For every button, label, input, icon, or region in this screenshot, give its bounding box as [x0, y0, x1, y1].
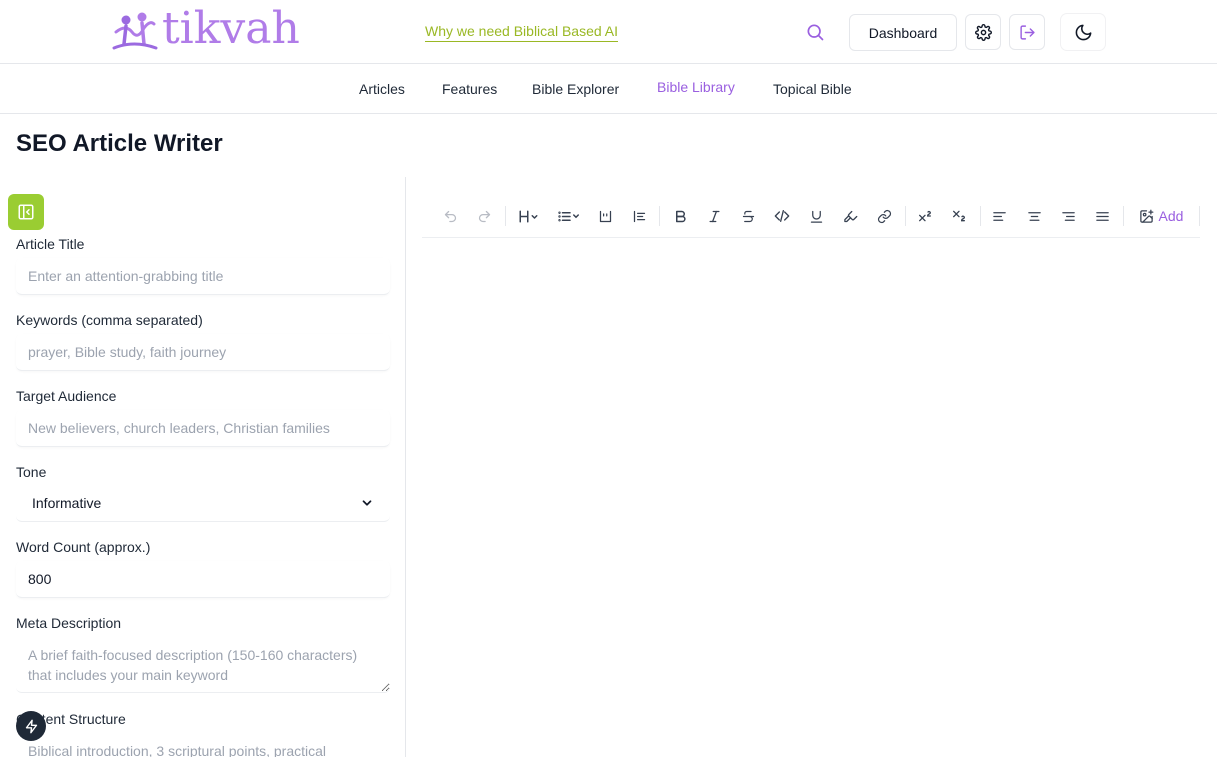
align-center-button[interactable]: [1024, 202, 1044, 230]
meta-description-input[interactable]: [16, 637, 390, 693]
nav-item-bible-explorer[interactable]: Bible Explorer: [532, 81, 619, 97]
heading-icon: [519, 210, 538, 222]
content-structure-input[interactable]: [16, 733, 390, 757]
strikethrough-icon: [742, 210, 754, 222]
bold-icon: [675, 210, 686, 222]
superscript-icon: [919, 210, 932, 222]
quick-action-button[interactable]: [16, 711, 46, 741]
align-left-icon: [992, 211, 1006, 221]
dashboard-button[interactable]: Dashboard: [849, 14, 957, 51]
toolbar-divider: [905, 206, 906, 226]
audience-label: Target Audience: [16, 388, 117, 404]
align-justify-button[interactable]: [1092, 202, 1112, 230]
code-icon: [774, 210, 790, 222]
align-right-icon: [1061, 211, 1075, 221]
nav-item-bible-library[interactable]: Bible Library: [657, 79, 735, 95]
theme-toggle-button[interactable]: [1061, 14, 1105, 50]
image-add-icon: [1139, 209, 1153, 223]
gear-icon: [974, 23, 992, 41]
code-block-icon: [633, 210, 645, 222]
tone-select[interactable]: Informative: [16, 485, 390, 522]
blockquote-icon: [599, 210, 611, 222]
search-button[interactable]: [803, 20, 827, 44]
highlight-button[interactable]: [840, 202, 860, 230]
toolbar-divider: [980, 206, 981, 226]
keywords-label: Keywords (comma separated): [16, 312, 203, 328]
underline-icon: [810, 210, 822, 223]
italic-icon: [709, 210, 719, 222]
logo-text: tikvah: [162, 3, 300, 54]
main-nav: Articles Features Bible Explorer Bible L…: [0, 65, 1217, 114]
link-icon: [877, 209, 891, 223]
list-icon: [558, 211, 579, 221]
align-justify-icon: [1095, 211, 1109, 221]
page-title: SEO Article Writer: [16, 130, 223, 157]
article-title-label: Article Title: [16, 236, 85, 252]
word-count-input[interactable]: [16, 561, 390, 598]
nav-item-features[interactable]: Features: [442, 81, 497, 97]
blockquote-button[interactable]: [596, 202, 614, 230]
editor-toolbar: Add: [422, 195, 1200, 238]
superscript-button[interactable]: [915, 202, 935, 230]
search-icon: [807, 24, 824, 41]
subscript-button[interactable]: [949, 202, 969, 230]
align-left-button[interactable]: [989, 202, 1009, 230]
add-image-label: Add: [1158, 208, 1184, 224]
sidebar-collapse-button[interactable]: [8, 194, 44, 230]
audience-input[interactable]: [16, 410, 390, 447]
settings-button[interactable]: [965, 14, 1001, 50]
logo[interactable]: tikvah: [112, 6, 300, 58]
chevron-down-icon: [362, 500, 372, 506]
tone-select-value: Informative: [32, 495, 102, 511]
underline-button[interactable]: [806, 202, 826, 230]
editor-content[interactable]: [422, 240, 1200, 757]
redo-icon: [478, 210, 490, 222]
logout-icon: [1019, 24, 1035, 40]
article-title-input[interactable]: [16, 258, 390, 295]
align-center-icon: [1027, 211, 1041, 221]
highlight-icon: [843, 210, 857, 222]
add-image-button[interactable]: Add: [1135, 202, 1187, 230]
nav-item-topical-bible[interactable]: Topical Bible: [773, 81, 852, 97]
undo-icon: [444, 210, 456, 222]
italic-button[interactable]: [704, 202, 724, 230]
heading-dropdown[interactable]: [517, 202, 543, 230]
strikethrough-button[interactable]: [738, 202, 758, 230]
keywords-input[interactable]: [16, 334, 390, 371]
subscript-icon: [953, 210, 966, 222]
align-right-button[interactable]: [1058, 202, 1078, 230]
logout-button[interactable]: [1009, 14, 1045, 50]
code-block-button[interactable]: [630, 202, 648, 230]
toolbar-divider: [659, 206, 660, 226]
lightning-icon: [25, 719, 37, 733]
tagline-link[interactable]: Why we need Biblical Based AI: [425, 23, 618, 42]
code-button[interactable]: [772, 202, 792, 230]
bold-button[interactable]: [670, 202, 690, 230]
list-dropdown[interactable]: [556, 202, 584, 230]
toolbar-divider: [505, 206, 506, 226]
top-header: tikvah Why we need Biblical Based AI Das…: [0, 0, 1217, 64]
tone-label: Tone: [16, 464, 47, 480]
nav-item-articles[interactable]: Articles: [359, 81, 405, 97]
moon-icon: [1075, 24, 1091, 40]
meta-description-label: Meta Description: [16, 615, 122, 631]
logo-mark-icon: [112, 12, 158, 50]
toolbar-divider: [1123, 206, 1124, 226]
redo-button[interactable]: [474, 202, 494, 230]
word-count-label: Word Count (approx.): [16, 539, 151, 555]
panel-collapse-icon: [18, 204, 34, 220]
link-button[interactable]: [874, 202, 894, 230]
toolbar-divider: [1199, 206, 1200, 226]
undo-button[interactable]: [440, 202, 460, 230]
